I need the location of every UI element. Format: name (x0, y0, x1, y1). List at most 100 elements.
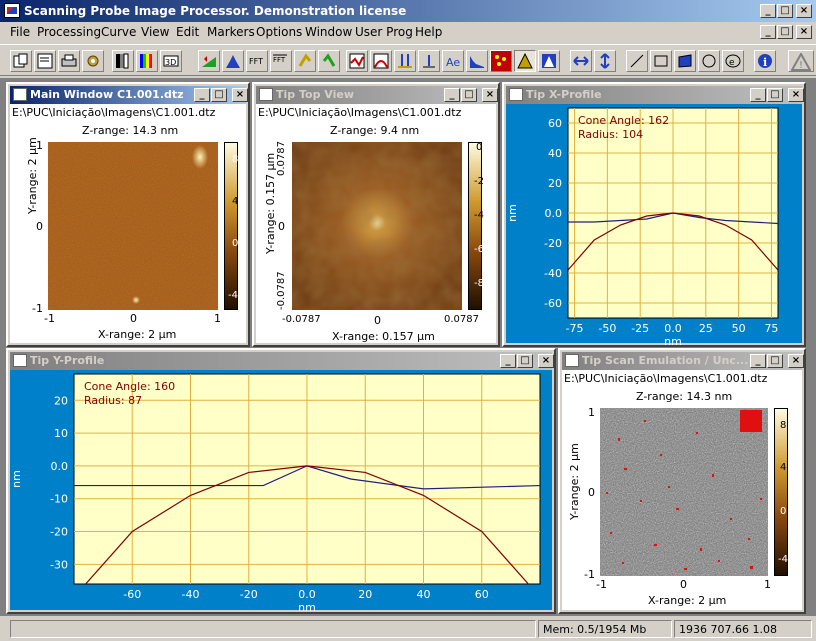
view-3d-icon[interactable]: 3D (160, 50, 182, 72)
svg-text:FFT: FFT (249, 57, 263, 66)
tip-scan-titlebar[interactable]: Tip Scan Emulation / Unc... _ □ × (562, 352, 804, 370)
y-tick: -1 (32, 302, 43, 315)
topography-image[interactable] (48, 142, 218, 310)
menu-edit[interactable]: Edit (176, 25, 199, 39)
info-icon[interactable]: i (754, 50, 776, 72)
main-minimize-button[interactable]: _ (194, 88, 210, 102)
main-close-button[interactable]: × (232, 88, 248, 102)
tip-image[interactable] (292, 142, 462, 310)
rotate-left-icon[interactable] (318, 50, 340, 72)
menu-curve[interactable]: Curve (101, 25, 136, 39)
tip-y-profile-window[interactable]: Tip Y-Profile _ □ × 20 10 0.0 -10 -20 -30 -60 -… (6, 348, 556, 614)
file-path: E:\PUC\Iniciação\Imagens\C1.001.dtz (564, 372, 768, 385)
tip-top-maximize-button[interactable]: □ (461, 88, 477, 102)
histogram-icon[interactable] (222, 50, 244, 72)
tip-scan-close-button[interactable]: × (788, 354, 804, 368)
tip-y-maximize-button[interactable]: □ (517, 354, 533, 368)
cbar-tick: -4 (228, 290, 238, 301)
profile-icon[interactable] (346, 50, 368, 72)
tip-x-close-button[interactable]: × (788, 88, 804, 102)
svg-text:!: ! (799, 60, 803, 71)
tip-scan-emulation-window[interactable]: Tip Scan Emulation / Unc... _ □ × E:\PUC… (558, 348, 806, 614)
tip-y-titlebar[interactable]: Tip Y-Profile _ □ × (10, 352, 554, 370)
x-tick: 1 (764, 578, 771, 591)
cbar-tick: 8 (780, 420, 787, 431)
tip-x-profile-chart[interactable]: 60 40 20 0.0 -20 -40 -60 -75 -50 -25 0.0 25 50 75 Cone… (506, 104, 802, 345)
rectangle-tool-icon[interactable] (650, 50, 672, 72)
x-tick-label: 40 (417, 588, 431, 601)
open-icon[interactable] (10, 50, 32, 72)
filled-rectangle-tool-icon[interactable] (674, 50, 696, 72)
vertical-stretch-icon[interactable] (594, 50, 616, 72)
minimize-button[interactable]: _ (760, 4, 776, 18)
print-icon[interactable] (58, 50, 80, 72)
tip-top-titlebar[interactable]: Tip Top View _ □ × (256, 86, 498, 104)
tip-top-close-button[interactable]: × (482, 88, 498, 102)
distance-measure-icon[interactable] (418, 50, 440, 72)
warning-icon[interactable]: ! (788, 50, 814, 72)
settings-gear-icon[interactable] (82, 50, 104, 72)
file-path: E:\PUC\Iniciação\Imagens\C1.001.dtz (258, 106, 462, 119)
maximize-button[interactable]: □ (777, 4, 793, 18)
menu-options[interactable]: Options (256, 25, 302, 39)
x-tick-label: -60 (123, 588, 141, 601)
cross-section-icon[interactable] (370, 50, 392, 72)
menu-processing[interactable]: Processing (37, 25, 101, 39)
inverse-fft-icon[interactable]: FFT (270, 50, 292, 72)
tip-y-minimize-button[interactable]: _ (500, 354, 516, 368)
tip-x-titlebar[interactable]: Tip X-Profile _ □ × (506, 86, 804, 104)
height-measure-icon[interactable] (394, 50, 416, 72)
tip-top-view-window[interactable]: Tip Top View _ □ × E:\PUC\Iniciação\Imag… (252, 82, 500, 347)
x-tick: -1 (44, 312, 55, 325)
cursor-coordinates: 1936 707.66 1.08 (674, 620, 812, 638)
close-button[interactable]: × (796, 4, 812, 18)
tip-y-close-button[interactable]: × (538, 354, 554, 368)
scan-emulation-image[interactable] (600, 408, 768, 576)
tip-top-minimize-button[interactable]: _ (444, 88, 460, 102)
cbar-tick: 4 (780, 462, 787, 473)
text-annotation-icon[interactable]: Ae (442, 50, 464, 72)
y-axis-label: nm (10, 470, 23, 488)
y-tick-label: 20 (54, 394, 68, 407)
tip-deconvolution-icon[interactable] (538, 50, 560, 72)
menu-help[interactable]: Help (415, 25, 442, 39)
tip-x-profile-window[interactable]: Tip X-Profile _ □ × 60 40 20 0.0 -20 -40 -60 -7… (502, 82, 806, 347)
menu-bar: File Processing Curve View Edit Markers … (0, 22, 816, 42)
main-window-titlebar[interactable]: Main Window C1.001.dtz _ □ × (10, 86, 248, 104)
text-tool-icon[interactable]: e (722, 50, 744, 72)
tip-y-profile-chart[interactable]: 20 10 0.0 -10 -20 -30 -60 -40 -20 0.0 20 40 60 Cone A… (10, 370, 552, 612)
memory-status: Mem: 0.5/1954 Mb (538, 620, 672, 638)
leveling-icon[interactable] (198, 50, 220, 72)
menu-window[interactable]: Window (305, 25, 352, 39)
tip-scan-title: Tip Scan Emulation / Unc... (582, 354, 749, 367)
x-tick: 0 (374, 314, 381, 327)
ellipse-tool-icon[interactable] (698, 50, 720, 72)
tip-scan-minimize-button[interactable]: _ (750, 354, 766, 368)
doc-minimize-button[interactable]: _ (760, 25, 776, 39)
spectrum-icon[interactable] (466, 50, 488, 72)
tip-parameters-annotation: Radius: 104 (578, 128, 643, 141)
y-tick: 1 (36, 139, 43, 152)
x-tick-label: 0.0 (664, 322, 682, 335)
color-palette-icon[interactable] (136, 50, 158, 72)
horizontal-stretch-icon[interactable] (570, 50, 592, 72)
tip-x-maximize-button[interactable]: □ (767, 88, 783, 102)
main-maximize-button[interactable]: □ (211, 88, 227, 102)
tip-estimation-icon[interactable] (514, 50, 536, 72)
doc-close-button[interactable]: × (796, 25, 812, 39)
doc-restore-button[interactable]: □ (777, 25, 793, 39)
rotate-right-icon[interactable] (294, 50, 316, 72)
gray-palette-icon[interactable] (112, 50, 134, 72)
menu-file[interactable]: File (10, 25, 30, 39)
fft-icon[interactable]: FFT (246, 50, 268, 72)
y-tick: 0 (278, 220, 285, 233)
menu-user-prog[interactable]: User Prog (355, 25, 413, 39)
line-tool-icon[interactable] (626, 50, 648, 72)
grain-analysis-icon[interactable] (490, 50, 512, 72)
menu-markers[interactable]: Markers (207, 25, 255, 39)
tip-x-minimize-button[interactable]: _ (750, 88, 766, 102)
tip-scan-maximize-button[interactable]: □ (767, 354, 783, 368)
menu-view[interactable]: View (141, 25, 169, 39)
main-image-window[interactable]: Main Window C1.001.dtz _ □ × E:\PUC\Inic… (6, 82, 250, 347)
save-icon[interactable] (34, 50, 56, 72)
